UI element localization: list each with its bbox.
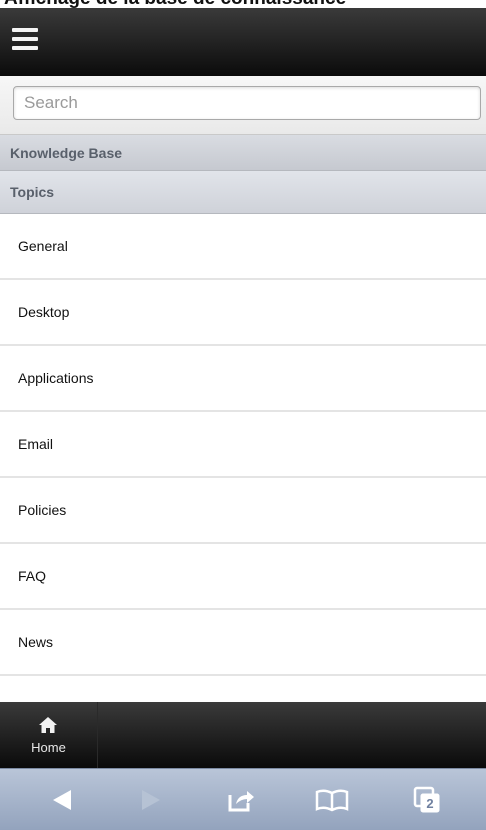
tab-home-label: Home [31, 740, 66, 755]
home-icon [39, 717, 57, 733]
back-arrow-icon [53, 789, 71, 810]
knowledge-base-label: Knowledge Base [10, 144, 123, 161]
share-button[interactable] [206, 769, 276, 830]
tabs-count: 2 [426, 796, 433, 811]
topic-desktop[interactable]: Desktop [0, 280, 486, 346]
knowledge-base-divider: Knowledge Base [0, 135, 486, 171]
topics-list: General Desktop Applications Email Polic… [0, 214, 486, 676]
topic-faq[interactable]: FAQ [0, 544, 486, 610]
topics-divider: Topics [0, 171, 486, 214]
topic-applications[interactable]: Applications [0, 346, 486, 412]
bookmarks-button[interactable] [297, 769, 367, 830]
hamburger-menu-icon[interactable] [12, 26, 40, 52]
back-button[interactable] [27, 769, 97, 830]
topic-general[interactable]: General [0, 214, 486, 280]
topic-policies[interactable]: Policies [0, 478, 486, 544]
topics-label: Topics [10, 184, 55, 200]
bottom-tab-bar: Home [0, 702, 486, 768]
forward-button[interactable] [116, 769, 186, 830]
tab-home[interactable]: Home [0, 702, 98, 768]
tabs-button[interactable]: 2 [392, 769, 462, 830]
topic-news[interactable]: News [0, 610, 486, 676]
search-bar [0, 76, 486, 135]
page-caption: Affichage de la base de connaissance [4, 0, 486, 8]
browser-toolbar: 2 [0, 768, 486, 830]
bookmarks-icon [315, 788, 349, 811]
header-bar [0, 8, 486, 76]
tabs-icon: 2 [413, 786, 440, 812]
forward-arrow-icon [142, 789, 160, 810]
share-icon [228, 790, 254, 811]
search-input[interactable] [13, 86, 481, 120]
topic-email[interactable]: Email [0, 412, 486, 478]
